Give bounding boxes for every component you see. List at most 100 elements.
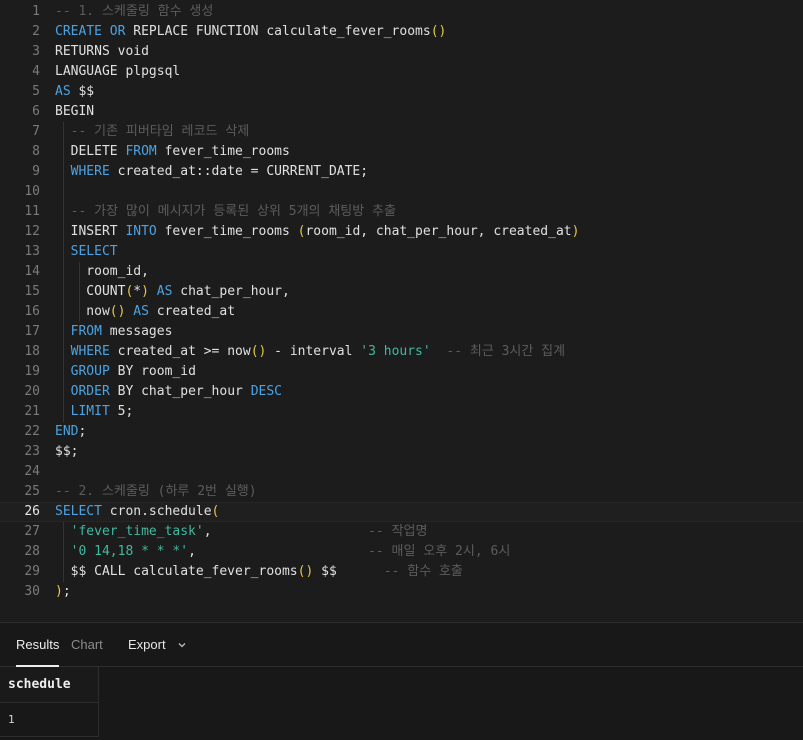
code-text: END;	[55, 422, 86, 442]
tab-chart[interactable]: Chart	[71, 623, 103, 666]
code-line[interactable]: 1 -- 1. 스케줄링 함수 생성	[0, 2, 803, 22]
code-line[interactable]: 28 '0 14,18 * * *', -- 매일 오후 2시, 6시	[0, 542, 803, 562]
code-token: ,	[188, 544, 369, 559]
code-line[interactable]: 5 AS $$	[0, 82, 803, 102]
code-line[interactable]: 23 $$;	[0, 442, 803, 462]
code-line[interactable]: 14 room_id,	[0, 262, 803, 282]
line-number: 10	[24, 184, 40, 199]
code-token: AS	[55, 84, 71, 99]
code-line[interactable]: 7 -- 기존 피버타임 레코드 삭제	[0, 122, 803, 142]
code-line[interactable]: 13 SELECT	[0, 242, 803, 262]
line-number: 1	[32, 4, 40, 19]
column-header-schedule[interactable]: schedule	[0, 667, 99, 703]
code-line[interactable]: 25 -- 2. 스케줄링 (하루 2번 실행)	[0, 482, 803, 502]
code-text: -- 가장 많이 메시지가 등록된 상위 5개의 채팅방 추출	[55, 202, 396, 222]
code-line[interactable]: 29 $$ CALL calculate_fever_rooms() $$ --…	[0, 562, 803, 582]
code-token: ;	[78, 424, 87, 439]
line-number: 25	[24, 484, 40, 499]
line-number: 20	[24, 384, 40, 399]
code-line[interactable]: 3 RETURNS void	[0, 42, 803, 62]
code-text: SELECT	[55, 242, 118, 262]
code-token: RETURNS void	[55, 44, 149, 59]
sql-editor[interactable]: 1 -- 1. 스케줄링 함수 생성 2 CREATE OR REPLACE FUNC…	[0, 0, 803, 622]
export-dropdown[interactable]: Export	[128, 623, 187, 666]
code-line[interactable]: 6 BEGIN	[0, 102, 803, 122]
line-number: 23	[24, 444, 40, 459]
line-number: 5	[32, 84, 40, 99]
code-token: '0 14,18 * * *'	[70, 544, 189, 559]
code-line[interactable]: 20 ORDER BY chat_per_hour DESC	[0, 382, 803, 402]
code-token: room_id, chat_per_hour, created_at	[305, 224, 572, 239]
code-line[interactable]: 12 INSERT INTO fever_time_rooms (room_id…	[0, 222, 803, 242]
line-number: 6	[32, 104, 40, 119]
code-token: CREATE	[55, 24, 102, 39]
table-cell[interactable]: 1	[0, 703, 99, 737]
code-token: messages	[101, 324, 173, 339]
code-token: (	[211, 504, 220, 519]
code-text: COUNT(*) AS chat_per_hour,	[55, 282, 290, 302]
code-token: END	[55, 424, 79, 439]
line-number: 28	[24, 544, 40, 559]
code-token: -- 1. 스케줄링 함수 생성	[55, 4, 214, 19]
code-line[interactable]: 16 now() AS created_at	[0, 302, 803, 322]
code-text: DELETE FROM fever_time_rooms	[55, 142, 290, 162]
line-number: 29	[24, 564, 40, 579]
line-number: 12	[24, 224, 40, 239]
code-token: -- 함수 호출	[383, 564, 463, 579]
code-line[interactable]: 9 WHERE created_at::date = CURRENT_DATE;	[0, 162, 803, 182]
code-text: CREATE OR REPLACE FUNCTION calculate_fev…	[55, 22, 446, 42]
code-line[interactable]: 18 WHERE created_at >= now() - interval …	[0, 342, 803, 362]
code-line[interactable]: 2 CREATE OR REPLACE FUNCTION calculate_fe…	[0, 22, 803, 42]
code-line[interactable]: 24	[0, 462, 803, 482]
code-token: AS	[133, 304, 149, 319]
code-token: -- 2. 스케줄링 (하루 2번 실행)	[55, 484, 257, 499]
code-line[interactable]: 8 DELETE FROM fever_time_rooms	[0, 142, 803, 162]
code-text: -- 2. 스케줄링 (하루 2번 실행)	[55, 482, 257, 502]
code-line[interactable]: 4 LANGUAGE plpgsql	[0, 62, 803, 82]
code-text: SELECT cron.schedule(	[55, 502, 219, 522]
code-line[interactable]: 17 FROM messages	[0, 322, 803, 342]
code-token: DESC	[250, 384, 282, 399]
code-text: $$;	[55, 442, 78, 462]
code-line[interactable]: 15 COUNT(*) AS chat_per_hour,	[0, 282, 803, 302]
code-token: $$	[313, 564, 384, 579]
code-text: -- 1. 스케줄링 함수 생성	[55, 2, 213, 22]
code-line[interactable]: 10	[0, 182, 803, 202]
line-number: 2	[32, 24, 40, 39]
code-token: LIMIT	[70, 404, 110, 419]
code-token: OR	[109, 24, 126, 39]
code-line[interactable]: 19 GROUP BY room_id	[0, 362, 803, 382]
line-number: 4	[32, 64, 40, 79]
code-token: 5;	[109, 404, 134, 419]
code-text: LANGUAGE plpgsql	[55, 62, 180, 82]
code-line[interactable]: 11 -- 가장 많이 메시지가 등록된 상위 5개의 채팅방 추출	[0, 202, 803, 222]
code-text: FROM messages	[55, 322, 173, 342]
tab-results[interactable]: Results	[16, 623, 60, 667]
code-line[interactable]: 22 END;	[0, 422, 803, 442]
line-number: 16	[24, 304, 40, 319]
code-token: BEGIN	[55, 104, 95, 119]
code-text: now() AS created_at	[55, 302, 235, 322]
code-line[interactable]: 21 LIMIT 5;	[0, 402, 803, 422]
code-token: chat_per_hour,	[172, 284, 290, 299]
code-token: COUNT	[55, 284, 126, 299]
code-token: created_at >= now	[109, 344, 251, 359]
code-token: -- 가장 많이 메시지가 등록된 상위 5개의 채팅방 추출	[70, 204, 396, 219]
code-token: FROM	[125, 144, 157, 159]
code-text: RETURNS void	[55, 42, 149, 62]
code-line[interactable]: 26 SELECT cron.schedule(	[0, 502, 803, 522]
code-token: created_at	[148, 304, 236, 319]
line-number: 18	[24, 344, 40, 359]
line-number: 13	[24, 244, 40, 259]
code-line[interactable]: 27 'fever_time_task', -- 작업명	[0, 522, 803, 542]
code-token: created_at::date = CURRENT_DATE;	[109, 164, 369, 179]
code-line[interactable]: 30);	[0, 582, 803, 602]
code-token: INSERT	[55, 224, 126, 239]
